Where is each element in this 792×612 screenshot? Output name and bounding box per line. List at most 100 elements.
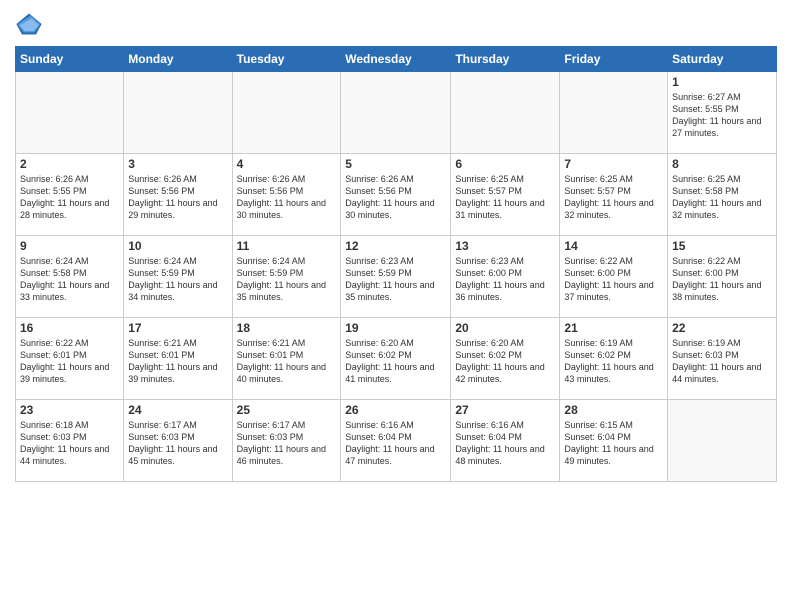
weekday-header-tuesday: Tuesday [232,47,341,72]
day-cell: 1 Sunrise: 6:27 AM Sunset: 5:55 PM Daylig… [668,72,777,154]
day-cell: 11 Sunrise: 6:24 AM Sunset: 5:59 PM Dayli… [232,236,341,318]
header [15,10,777,38]
week-row-3: 16 Sunrise: 6:22 AM Sunset: 6:01 PM Dayli… [16,318,777,400]
day-cell: 9Sunrise: 6:24 AM Sunset: 5:58 PM Daylig… [16,236,124,318]
day-info: Sunrise: 6:22 AM Sunset: 6:01 PM Dayligh… [20,337,119,386]
day-number: 19 [345,321,446,335]
day-cell: 20Sunrise: 6:20 AM Sunset: 6:02 PM Dayli… [451,318,560,400]
day-cell: 16 Sunrise: 6:22 AM Sunset: 6:01 PM Dayli… [16,318,124,400]
day-info: Sunrise: 6:16 AM Sunset: 6:04 PM Dayligh… [345,419,446,468]
day-cell [124,72,232,154]
day-info: Sunrise: 6:23 AM Sunset: 6:00 PM Dayligh… [455,255,555,304]
day-cell [451,72,560,154]
day-cell: 17 Sunrise: 6:21 AM Sunset: 6:01 PM Dayli… [124,318,232,400]
day-number: 1 [672,75,772,89]
day-number: 27 [455,403,555,417]
day-number: 23 [20,403,119,417]
weekday-header-friday: Friday [560,47,668,72]
day-cell: 3 Sunrise: 6:26 AM Sunset: 5:56 PM Daylig… [124,154,232,236]
logo [15,10,47,38]
day-cell: 13 Sunrise: 6:23 AM Sunset: 6:00 PM Dayli… [451,236,560,318]
week-row-4: 23Sunrise: 6:18 AM Sunset: 6:03 PM Dayli… [16,400,777,482]
day-cell: 15 Sunrise: 6:22 AM Sunset: 6:00 PM Dayli… [668,236,777,318]
day-cell: 18 Sunrise: 6:21 AM Sunset: 6:01 PM Dayli… [232,318,341,400]
day-info: Sunrise: 6:26 AM Sunset: 5:56 PM Dayligh… [128,173,227,222]
day-cell: 26 Sunrise: 6:16 AM Sunset: 6:04 PM Dayli… [341,400,451,482]
day-cell [341,72,451,154]
day-number: 5 [345,157,446,171]
weekday-header-sunday: Sunday [16,47,124,72]
weekday-header-monday: Monday [124,47,232,72]
day-info: Sunrise: 6:23 AM Sunset: 5:59 PM Dayligh… [345,255,446,304]
day-info: Sunrise: 6:25 AM Sunset: 5:57 PM Dayligh… [564,173,663,222]
weekday-header-wednesday: Wednesday [341,47,451,72]
day-number: 7 [564,157,663,171]
day-number: 15 [672,239,772,253]
day-info: Sunrise: 6:21 AM Sunset: 6:01 PM Dayligh… [128,337,227,386]
day-cell: 8 Sunrise: 6:25 AM Sunset: 5:58 PM Daylig… [668,154,777,236]
week-row-2: 9Sunrise: 6:24 AM Sunset: 5:58 PM Daylig… [16,236,777,318]
day-cell: 23Sunrise: 6:18 AM Sunset: 6:03 PM Dayli… [16,400,124,482]
calendar-table: SundayMondayTuesdayWednesdayThursdayFrid… [15,46,777,482]
day-cell: 22Sunrise: 6:19 AM Sunset: 6:03 PM Dayli… [668,318,777,400]
day-number: 14 [564,239,663,253]
day-cell: 6 Sunrise: 6:25 AM Sunset: 5:57 PM Daylig… [451,154,560,236]
day-number: 22 [672,321,772,335]
day-info: Sunrise: 6:25 AM Sunset: 5:57 PM Dayligh… [455,173,555,222]
day-info: Sunrise: 6:24 AM Sunset: 5:59 PM Dayligh… [128,255,227,304]
day-info: Sunrise: 6:22 AM Sunset: 6:00 PM Dayligh… [564,255,663,304]
day-number: 16 [20,321,119,335]
day-number: 10 [128,239,227,253]
day-cell: 24 Sunrise: 6:17 AM Sunset: 6:03 PM Dayli… [124,400,232,482]
weekday-header-saturday: Saturday [668,47,777,72]
day-number: 25 [237,403,337,417]
week-row-0: 1 Sunrise: 6:27 AM Sunset: 5:55 PM Daylig… [16,72,777,154]
day-number: 21 [564,321,663,335]
day-info: Sunrise: 6:20 AM Sunset: 6:02 PM Dayligh… [455,337,555,386]
weekday-header-thursday: Thursday [451,47,560,72]
day-cell: 19 Sunrise: 6:20 AM Sunset: 6:02 PM Dayli… [341,318,451,400]
day-info: Sunrise: 6:24 AM Sunset: 5:59 PM Dayligh… [237,255,337,304]
day-info: Sunrise: 6:25 AM Sunset: 5:58 PM Dayligh… [672,173,772,222]
day-info: Sunrise: 6:26 AM Sunset: 5:56 PM Dayligh… [237,173,337,222]
day-number: 11 [237,239,337,253]
day-number: 17 [128,321,227,335]
day-info: Sunrise: 6:27 AM Sunset: 5:55 PM Dayligh… [672,91,772,140]
day-number: 4 [237,157,337,171]
day-number: 6 [455,157,555,171]
day-cell: 7 Sunrise: 6:25 AM Sunset: 5:57 PM Daylig… [560,154,668,236]
day-info: Sunrise: 6:26 AM Sunset: 5:55 PM Dayligh… [20,173,119,222]
day-cell: 14 Sunrise: 6:22 AM Sunset: 6:00 PM Dayli… [560,236,668,318]
day-info: Sunrise: 6:15 AM Sunset: 6:04 PM Dayligh… [564,419,663,468]
day-number: 13 [455,239,555,253]
logo-icon [15,10,43,38]
day-info: Sunrise: 6:17 AM Sunset: 6:03 PM Dayligh… [237,419,337,468]
day-number: 9 [20,239,119,253]
day-info: Sunrise: 6:16 AM Sunset: 6:04 PM Dayligh… [455,419,555,468]
day-info: Sunrise: 6:17 AM Sunset: 6:03 PM Dayligh… [128,419,227,468]
weekday-header-row: SundayMondayTuesdayWednesdayThursdayFrid… [16,47,777,72]
day-number: 3 [128,157,227,171]
day-number: 28 [564,403,663,417]
day-cell: 12Sunrise: 6:23 AM Sunset: 5:59 PM Dayli… [341,236,451,318]
day-info: Sunrise: 6:26 AM Sunset: 5:56 PM Dayligh… [345,173,446,222]
day-cell: 27 Sunrise: 6:16 AM Sunset: 6:04 PM Dayli… [451,400,560,482]
day-cell [668,400,777,482]
day-cell: 10 Sunrise: 6:24 AM Sunset: 5:59 PM Dayli… [124,236,232,318]
day-info: Sunrise: 6:22 AM Sunset: 6:00 PM Dayligh… [672,255,772,304]
day-info: Sunrise: 6:20 AM Sunset: 6:02 PM Dayligh… [345,337,446,386]
day-cell: 2 Sunrise: 6:26 AM Sunset: 5:55 PM Daylig… [16,154,124,236]
day-cell [560,72,668,154]
page: SundayMondayTuesdayWednesdayThursdayFrid… [0,0,792,612]
day-cell: 28 Sunrise: 6:15 AM Sunset: 6:04 PM Dayli… [560,400,668,482]
day-number: 26 [345,403,446,417]
day-cell: 4 Sunrise: 6:26 AM Sunset: 5:56 PM Daylig… [232,154,341,236]
day-number: 8 [672,157,772,171]
day-number: 24 [128,403,227,417]
week-row-1: 2 Sunrise: 6:26 AM Sunset: 5:55 PM Daylig… [16,154,777,236]
day-number: 2 [20,157,119,171]
day-cell: 5 Sunrise: 6:26 AM Sunset: 5:56 PM Daylig… [341,154,451,236]
day-number: 18 [237,321,337,335]
day-cell: 21Sunrise: 6:19 AM Sunset: 6:02 PM Dayli… [560,318,668,400]
day-info: Sunrise: 6:21 AM Sunset: 6:01 PM Dayligh… [237,337,337,386]
